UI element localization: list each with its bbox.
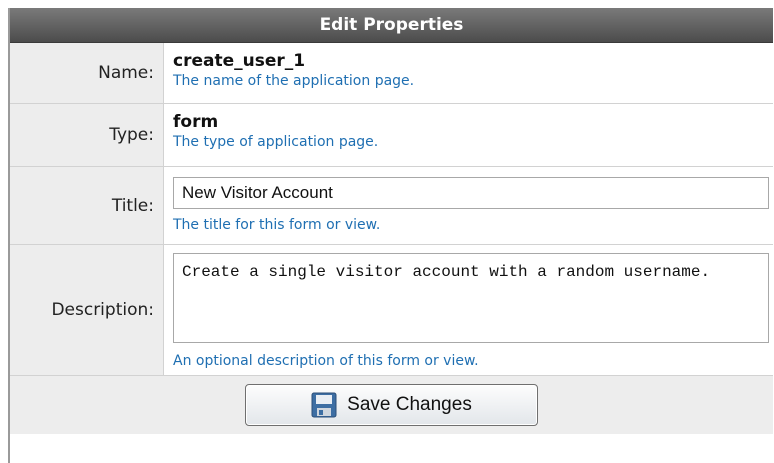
description-hint: An optional description of this form or …: [173, 353, 479, 369]
description-value-cell: Create a single visitor account with a r…: [164, 245, 773, 375]
form-footer: Save Changes: [10, 376, 773, 434]
title-row: Title: New Visitor Account The title for…: [10, 167, 773, 245]
type-hint: The type of application page.: [173, 134, 379, 150]
floppy-disk-icon: [311, 392, 337, 418]
panel-title: Edit Properties: [319, 15, 464, 35]
description-label: Description:: [10, 245, 164, 375]
description-row: Description: Create a single visitor acc…: [10, 245, 773, 376]
type-row: Type: form The type of application page.: [10, 104, 773, 167]
description-textarea[interactable]: Create a single visitor account with a r…: [173, 253, 769, 343]
edit-properties-panel: Edit Properties Name: create_user_1 The …: [8, 8, 773, 463]
title-value-cell: New Visitor Account The title for this f…: [164, 167, 773, 244]
title-label: Title:: [10, 167, 164, 244]
name-label: Name:: [10, 43, 164, 103]
name-value: create_user_1: [173, 51, 306, 71]
name-hint: The name of the application page.: [173, 73, 415, 89]
title-input[interactable]: New Visitor Account: [173, 177, 769, 209]
type-value-cell: form The type of application page.: [164, 104, 773, 166]
name-value-cell: create_user_1 The name of the applicatio…: [164, 43, 773, 103]
panel-header: Edit Properties: [10, 8, 773, 43]
type-label: Type:: [10, 104, 164, 166]
title-hint: The title for this form or view.: [173, 217, 381, 233]
save-changes-label: Save Changes: [347, 394, 472, 415]
type-value: form: [173, 112, 219, 132]
save-changes-button[interactable]: Save Changes: [245, 384, 538, 426]
name-row: Name: create_user_1 The name of the appl…: [10, 43, 773, 104]
